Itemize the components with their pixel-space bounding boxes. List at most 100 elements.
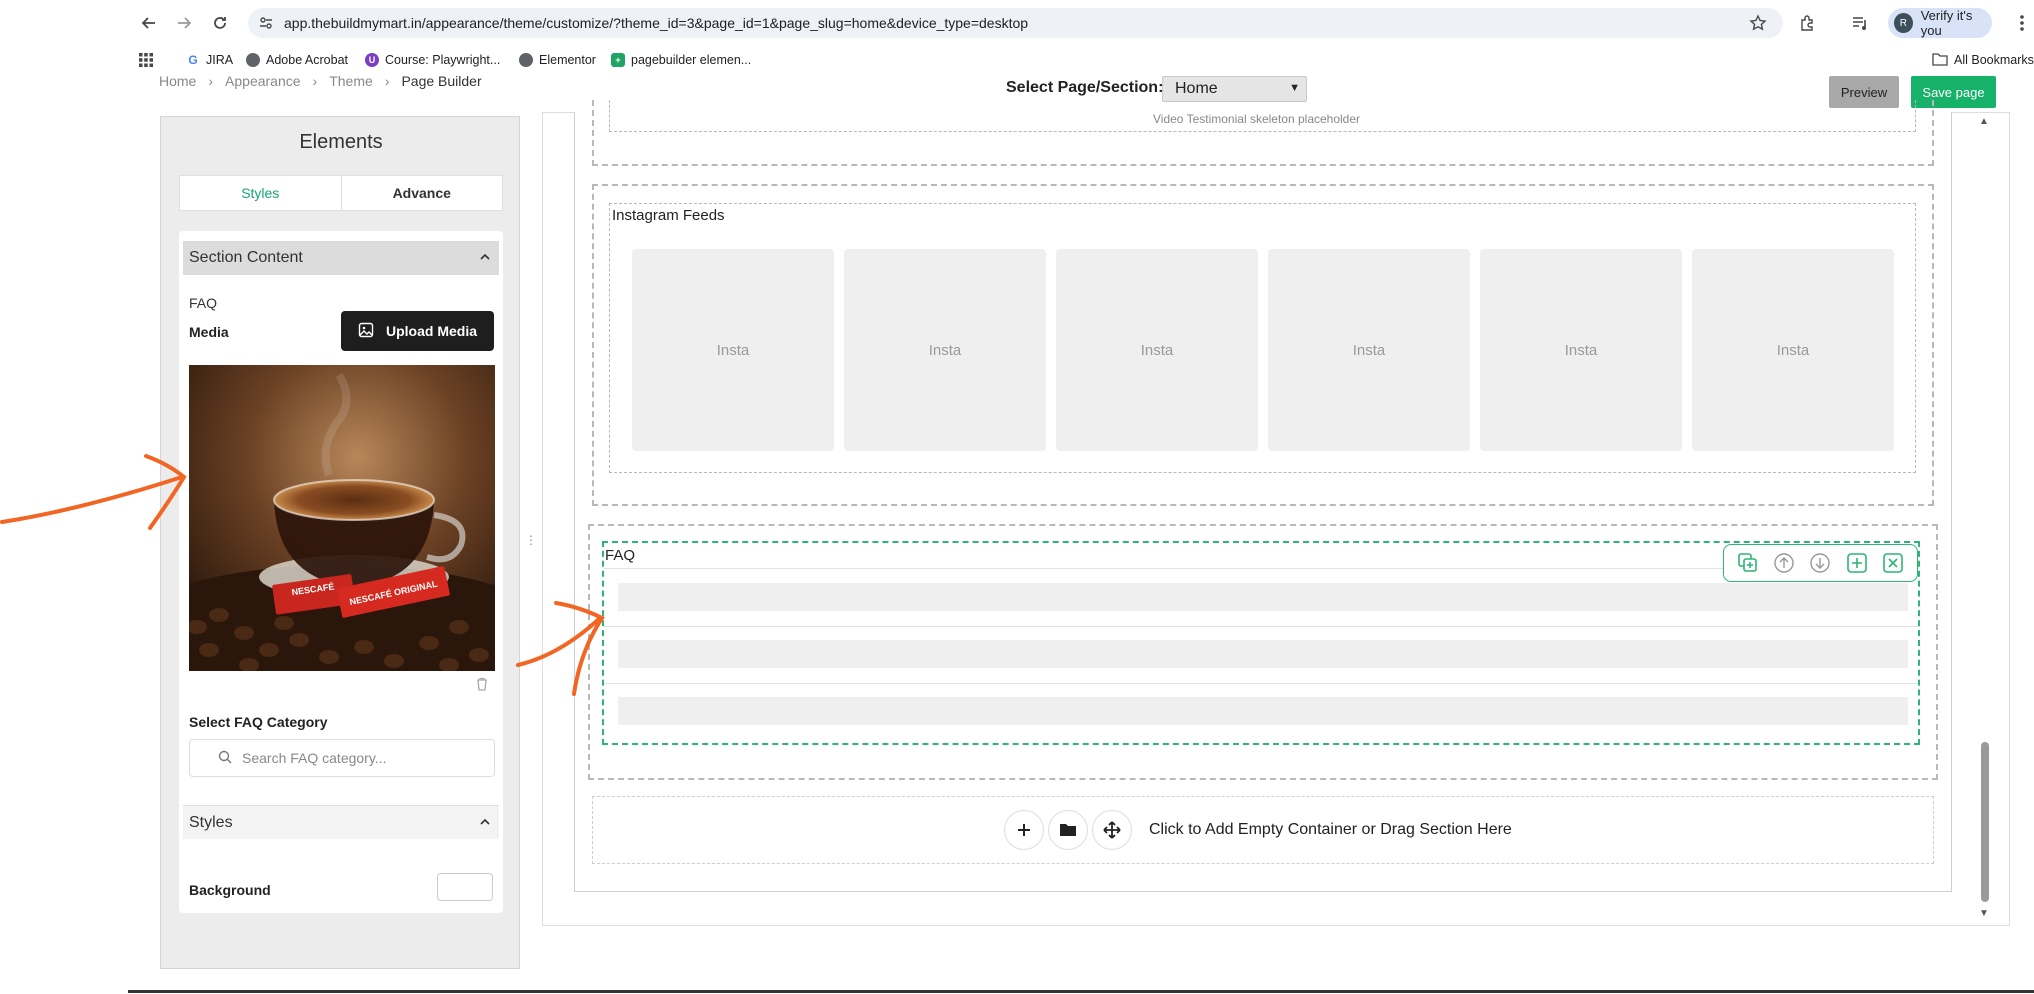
faq-item-skeleton	[618, 640, 1908, 668]
page-select-value: Home	[1175, 80, 1218, 97]
add-inside-icon[interactable]	[1845, 551, 1869, 575]
upload-media-label: Upload Media	[385, 323, 477, 339]
insta-tile: Insta	[632, 249, 834, 451]
add-container-button[interactable]	[1004, 810, 1044, 850]
sheets-icon: +	[611, 53, 625, 67]
section-content-card: Section Content FAQ Media Upload Media N…	[179, 231, 503, 913]
avatar: R	[1894, 13, 1913, 33]
canvas-scrollbar[interactable]: ▲ ▼	[1977, 116, 1993, 924]
chevron-right-icon: ›	[208, 73, 214, 89]
select-page-label: Select Page/Section:	[1006, 79, 1164, 96]
faq-divider	[604, 626, 1918, 627]
styles-header[interactable]: Styles	[183, 805, 499, 839]
elements-panel: Elements Styles Advance Section Content …	[160, 116, 520, 969]
apps-grid-icon[interactable]	[139, 51, 153, 69]
panel-title: Elements	[299, 131, 383, 153]
insta-tile: Insta	[1268, 249, 1470, 451]
media-label: Media	[189, 324, 229, 340]
faq-divider	[604, 568, 1918, 569]
browser-toolbar: app.thebuildmymart.in/appearance/theme/c…	[0, 0, 2034, 46]
bookmark-adobe[interactable]: Adobe Acrobat	[246, 51, 348, 69]
insta-tile: Insta	[1056, 249, 1258, 451]
reload-icon[interactable]	[208, 11, 232, 35]
panel-tabs: Styles Advance	[179, 175, 503, 211]
all-bookmarks-label: All Bookmarks	[1954, 53, 2034, 67]
scroll-up-icon[interactable]: ▲	[1979, 116, 1989, 127]
forward-icon[interactable]	[172, 11, 196, 35]
site-settings-icon[interactable]	[258, 15, 274, 36]
globe-icon	[246, 53, 260, 67]
page-bottom-border	[128, 990, 2034, 993]
profile-chip[interactable]: R Verify it's you	[1888, 8, 1992, 38]
profile-label: Verify it's you	[1920, 8, 1973, 38]
search-icon	[218, 750, 232, 767]
bookmark-star-icon[interactable]	[1749, 14, 1767, 37]
saved-sections-button[interactable]	[1048, 810, 1088, 850]
bookmark-elementor[interactable]: Elementor	[519, 51, 596, 69]
bookmark-jira[interactable]: G JIRA	[186, 51, 233, 69]
google-icon: G	[186, 53, 200, 67]
breadcrumb: Home › Appearance › Theme › Page Builder	[159, 73, 482, 89]
video-placeholder-text: Video Testimonial skeleton placeholder	[1153, 112, 1361, 126]
back-icon[interactable]	[137, 11, 161, 35]
duplicate-icon[interactable]	[1736, 551, 1760, 575]
bookmark-label: JIRA	[206, 53, 234, 67]
upload-media-button[interactable]: Upload Media	[341, 311, 494, 351]
faq-label: FAQ	[189, 295, 218, 311]
bookmark-label: pagebuilder elemen...	[631, 53, 752, 67]
faq-item-skeleton	[618, 697, 1908, 725]
section-toolbar	[1723, 544, 1918, 582]
breadcrumb-theme[interactable]: Theme	[329, 73, 373, 89]
tab-styles[interactable]: Styles	[180, 176, 342, 210]
search-placeholder: Search FAQ category...	[242, 750, 387, 766]
faq-item-skeleton	[618, 583, 1908, 611]
close-icon[interactable]	[1881, 551, 1905, 575]
chevron-right-icon: ›	[312, 73, 318, 89]
bookmarks-bar: G JIRA Adobe Acrobat U Course: Playwrigh…	[0, 46, 2034, 74]
insta-tile: Insta	[844, 249, 1046, 451]
trash-icon[interactable]	[475, 677, 489, 696]
plus-icon	[1018, 824, 1030, 836]
chevron-down-icon: ▼	[1289, 82, 1300, 94]
extensions-icon[interactable]	[1796, 11, 1820, 35]
chevron-up-icon[interactable]	[479, 815, 491, 833]
chevron-up-icon[interactable]	[479, 250, 491, 268]
url-text: app.thebuildmymart.in/appearance/theme/c…	[284, 15, 1029, 31]
insta-tile: Insta	[1692, 249, 1894, 451]
background-color-picker[interactable]	[437, 873, 493, 901]
address-bar[interactable]: app.thebuildmymart.in/appearance/theme/c…	[248, 8, 1783, 38]
panel-resize-handle[interactable]: ⋮	[525, 533, 537, 549]
image-icon	[358, 322, 374, 341]
section-content-header[interactable]: Section Content	[183, 241, 499, 275]
insta-tile: Insta	[1480, 249, 1682, 451]
faq-title: FAQ	[605, 547, 636, 564]
bookmark-label: Elementor	[539, 53, 596, 67]
background-label: Background	[189, 882, 271, 898]
bookmark-course[interactable]: U Course: Playwright...	[365, 51, 500, 69]
folder-icon	[1932, 52, 1948, 69]
styles-label: Styles	[189, 813, 233, 831]
bookmark-label: Course: Playwright...	[385, 53, 501, 67]
all-bookmarks[interactable]: All Bookmarks	[1932, 51, 2034, 69]
bookmark-pagebuilder[interactable]: + pagebuilder elemen...	[611, 51, 751, 69]
kebab-menu-icon[interactable]	[2010, 11, 2034, 35]
globe-icon	[519, 53, 533, 67]
add-container-text: Click to Add Empty Container or Drag Sec…	[1149, 821, 1512, 838]
instagram-title: Instagram Feeds	[612, 207, 725, 224]
breadcrumb-home[interactable]: Home	[159, 73, 196, 89]
faq-divider	[604, 683, 1918, 684]
section-content-label: Section Content	[189, 249, 303, 266]
bookmark-label: Adobe Acrobat	[266, 53, 349, 67]
breadcrumb-appearance[interactable]: Appearance	[225, 73, 301, 89]
scrollbar-thumb[interactable]	[1981, 742, 1989, 902]
move-up-icon[interactable]	[1772, 551, 1796, 575]
drag-section-button[interactable]	[1092, 810, 1132, 850]
folder-icon	[1060, 824, 1076, 836]
move-icon	[1103, 821, 1121, 839]
faq-category-search-input[interactable]: Search FAQ category...	[189, 739, 495, 777]
move-down-icon[interactable]	[1808, 551, 1832, 575]
page-select[interactable]: Home ▼	[1162, 76, 1307, 102]
scroll-down-icon[interactable]: ▼	[1979, 908, 1989, 919]
tab-advance[interactable]: Advance	[342, 176, 503, 210]
media-queue-icon[interactable]	[1848, 11, 1872, 35]
